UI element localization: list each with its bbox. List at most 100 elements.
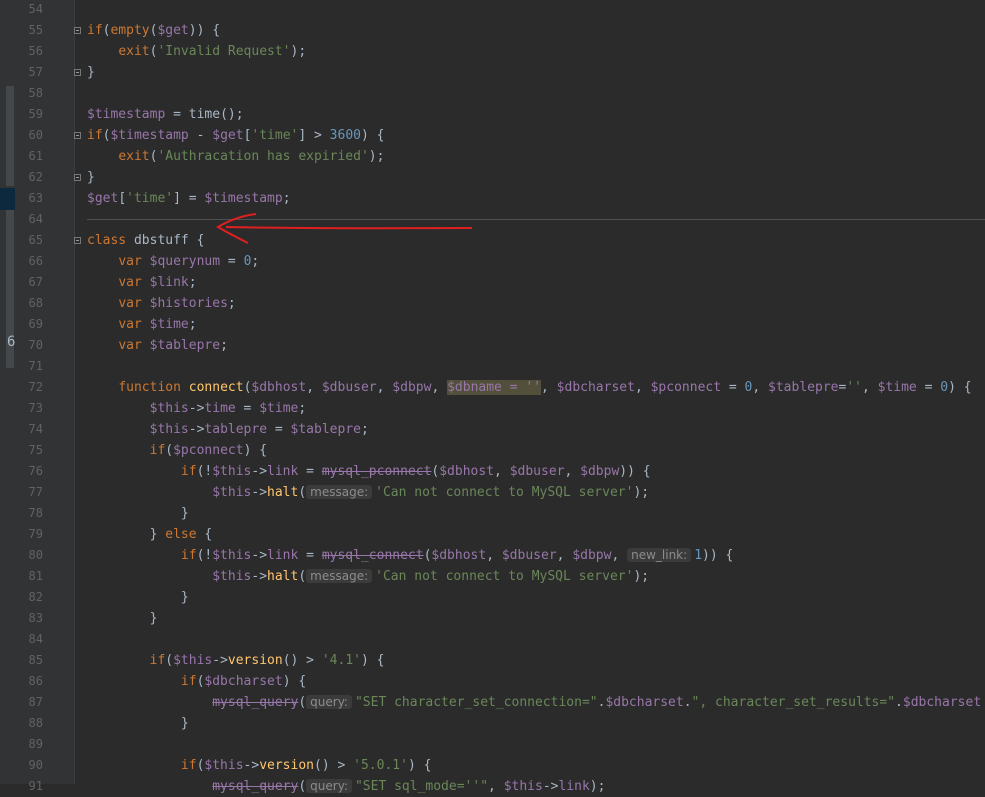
line-number: 82 bbox=[28, 590, 43, 604]
code-token: var bbox=[118, 275, 142, 290]
code-line[interactable]: function connect($dbhost, $dbuser, $dbpw… bbox=[87, 377, 985, 398]
code-line[interactable]: exit('Authracation has expiried'); bbox=[87, 146, 985, 167]
code-token: $dbhost bbox=[251, 380, 307, 395]
code-token: 'Can not connect to MySQL server' bbox=[375, 485, 634, 500]
fold-toggle-icon[interactable] bbox=[74, 237, 81, 244]
parameter-hint: message: bbox=[306, 569, 373, 583]
code-token: $get bbox=[212, 128, 244, 143]
parameter-hint: query: bbox=[306, 779, 352, 793]
code-token: = time(); bbox=[165, 107, 244, 122]
code-token: var bbox=[118, 296, 142, 311]
code-token: $tablepre bbox=[768, 380, 839, 395]
code-token: , bbox=[541, 380, 557, 395]
code-token: -> bbox=[188, 401, 205, 416]
code-line[interactable]: } bbox=[87, 167, 985, 188]
fold-toggle-icon[interactable] bbox=[74, 174, 81, 181]
method-separator bbox=[87, 219, 985, 220]
gutter-separator bbox=[74, 0, 75, 784]
code-token: $querynum bbox=[149, 254, 221, 269]
code-token: )) { bbox=[619, 464, 651, 479]
code-token: = bbox=[220, 254, 244, 269]
fold-toggle-icon[interactable] bbox=[74, 69, 81, 76]
code-token: $timestamp bbox=[110, 128, 189, 143]
code-token: ; bbox=[188, 317, 197, 332]
code-token: mysql_query bbox=[212, 695, 299, 710]
code-token: , bbox=[556, 548, 573, 563]
code-token: ] > bbox=[298, 128, 330, 143]
code-line[interactable]: if(!$this->link = mysql_pconnect($dbhost… bbox=[87, 461, 985, 482]
code-token: ; bbox=[220, 338, 228, 353]
code-line[interactable]: $get['time'] = $timestamp; bbox=[87, 188, 985, 209]
code-line[interactable]: if(empty($get)) { bbox=[87, 20, 985, 41]
code-token: ; bbox=[188, 275, 197, 290]
code-token: )) { bbox=[702, 548, 734, 563]
code-line[interactable]: } bbox=[87, 608, 985, 629]
code-token: ( bbox=[165, 443, 174, 458]
code-line[interactable]: } bbox=[87, 62, 985, 83]
code-token: 0 bbox=[940, 380, 949, 395]
code-token: } bbox=[87, 170, 95, 185]
code-token: 'Invalid Request' bbox=[157, 44, 291, 59]
code-line[interactable]: var $link; bbox=[87, 272, 985, 293]
fold-toggle-icon[interactable] bbox=[74, 27, 81, 34]
code-token: ) { bbox=[282, 674, 307, 689]
code-line[interactable]: if($pconnect) { bbox=[87, 440, 985, 461]
code-line[interactable]: } bbox=[87, 587, 985, 608]
line-number: 56 bbox=[28, 44, 43, 58]
code-line[interactable]: var $querynum = 0; bbox=[87, 251, 985, 272]
code-token: halt bbox=[267, 485, 299, 500]
code-line[interactable]: var $tablepre; bbox=[87, 335, 985, 356]
line-number: 62 bbox=[28, 170, 43, 184]
code-token: = bbox=[235, 401, 260, 416]
code-token: = bbox=[721, 380, 745, 395]
code-token: $dbcharset bbox=[605, 695, 684, 710]
code-line[interactable]: } else { bbox=[87, 524, 985, 545]
code-line[interactable]: } bbox=[87, 503, 985, 524]
code-token: $pconnect bbox=[173, 443, 244, 458]
fold-toggle-icon[interactable] bbox=[74, 132, 81, 139]
code-token: } bbox=[87, 527, 166, 542]
code-token: exit bbox=[118, 149, 150, 164]
code-line[interactable]: $this->halt(message: 'Can not connect to … bbox=[87, 566, 985, 587]
code-line[interactable]: mysql_query(query: "SET sql_mode=''", $th… bbox=[87, 776, 985, 797]
arrow-shaft bbox=[225, 226, 473, 230]
code-token: ); bbox=[589, 779, 606, 794]
code-token: else bbox=[165, 527, 197, 542]
code-line[interactable]: $timestamp = time(); bbox=[87, 104, 985, 125]
code-line[interactable]: if($this->version() > '4.1') { bbox=[87, 650, 985, 671]
code-token: $dbuser bbox=[501, 548, 557, 563]
code-token: $dbuser bbox=[321, 380, 377, 395]
code-line[interactable]: var $time; bbox=[87, 314, 985, 335]
code-token: link bbox=[558, 779, 590, 794]
code-line[interactable]: $this->tablepre = $tablepre; bbox=[87, 419, 985, 440]
code-token: link bbox=[267, 548, 299, 563]
code-line[interactable]: $this->halt(message: 'Can not connect to … bbox=[87, 482, 985, 503]
code-token: ); bbox=[633, 485, 650, 500]
code-line[interactable]: if($timestamp - $get['time'] > 3600) { bbox=[87, 125, 985, 146]
code-token: -> bbox=[243, 758, 260, 773]
code-token: $time bbox=[877, 380, 917, 395]
code-line[interactable]: if($dbcharset) { bbox=[87, 671, 985, 692]
code-line[interactable]: exit('Invalid Request'); bbox=[87, 41, 985, 62]
code-line[interactable]: if($this->version() > '5.0.1') { bbox=[87, 755, 985, 776]
code-line[interactable]: if(!$this->link = mysql_connect($dbhost,… bbox=[87, 545, 985, 566]
code-token: $dbcharset bbox=[556, 380, 635, 395]
line-number: 70 bbox=[28, 338, 43, 352]
code-line[interactable]: class dbstuff { bbox=[87, 230, 985, 251]
code-token: $dbcharset bbox=[902, 695, 982, 710]
line-number: 88 bbox=[28, 716, 43, 730]
code-line[interactable]: } bbox=[87, 713, 985, 734]
code-token: ) { bbox=[407, 758, 432, 773]
code-line[interactable]: var $histories; bbox=[87, 293, 985, 314]
code-token: $time bbox=[149, 317, 189, 332]
code-line[interactable]: mysql_query(query: "SET character_set_con… bbox=[87, 692, 985, 713]
line-number: 90 bbox=[28, 758, 43, 772]
code-line[interactable]: $this->time = $time; bbox=[87, 398, 985, 419]
code-token: ); bbox=[290, 44, 307, 59]
